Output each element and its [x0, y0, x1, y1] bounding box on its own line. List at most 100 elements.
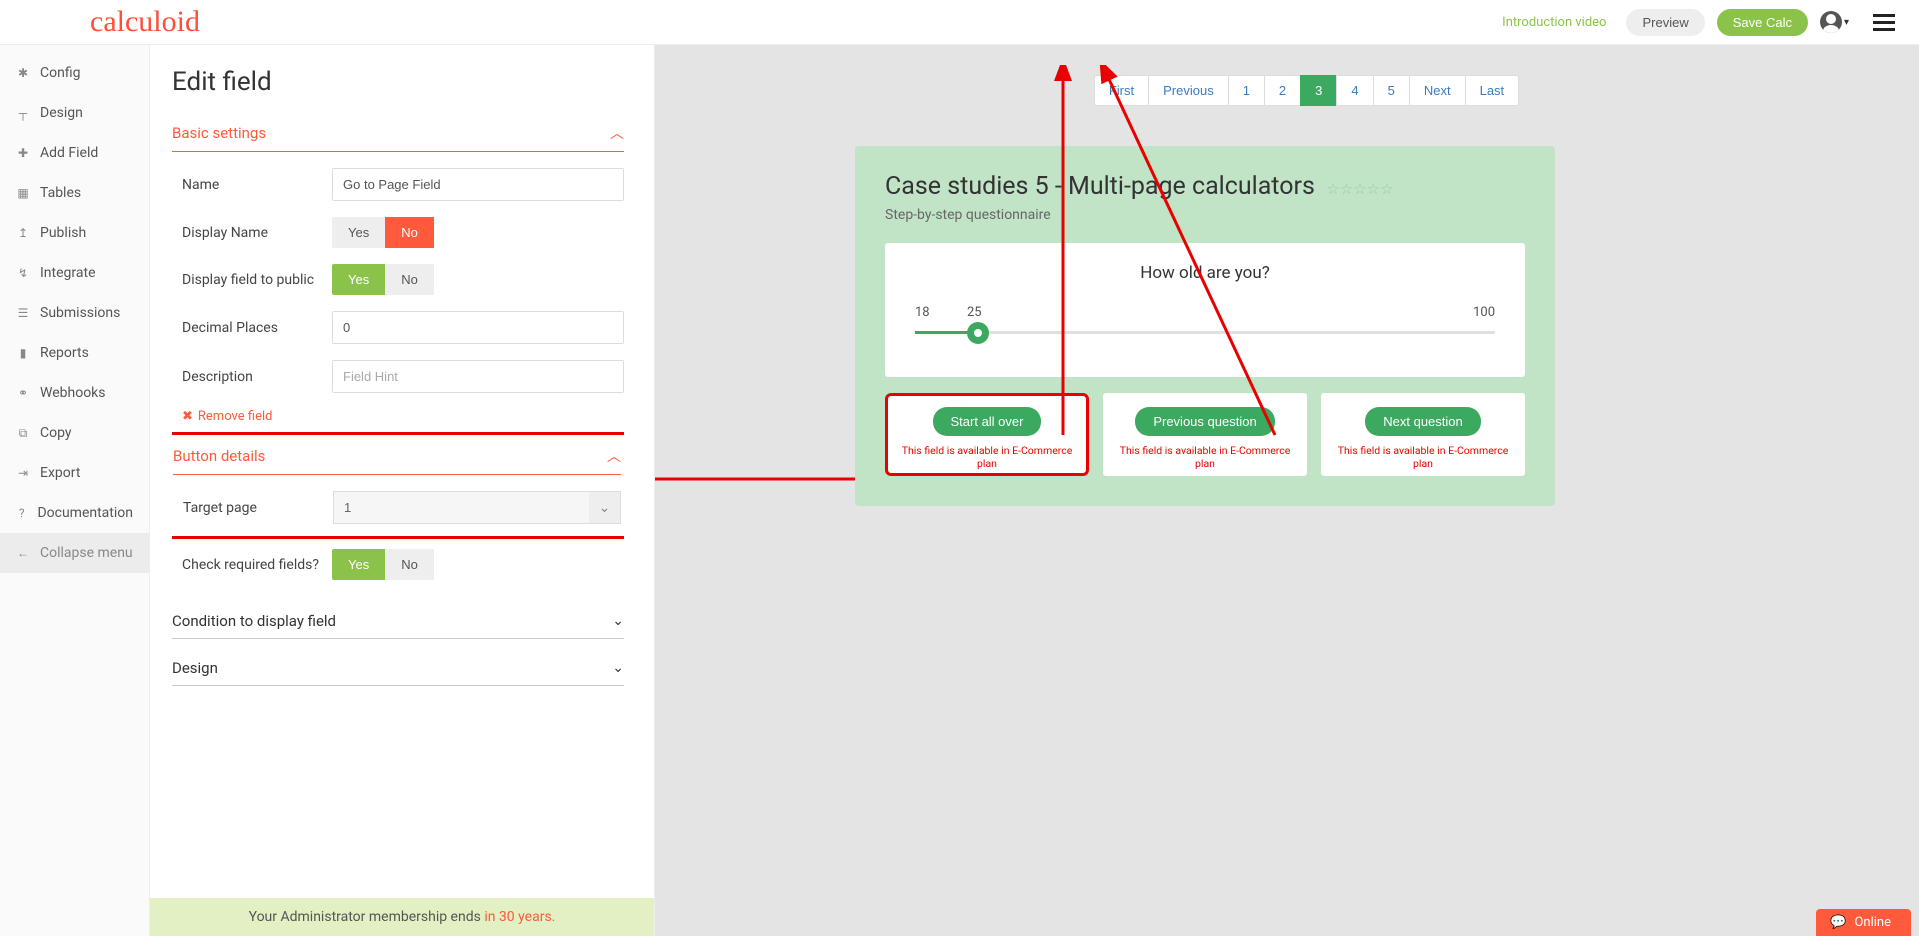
plan-note: This field is available in E-Commerce pl…	[1111, 444, 1299, 470]
publish-icon: ↥	[16, 226, 30, 240]
page-1-button[interactable]: 1	[1228, 75, 1265, 106]
sidebar-item-integrate[interactable]: ↯ Integrate	[0, 253, 149, 293]
caret-down-icon: ▾	[1844, 17, 1849, 28]
target-page-label: Target page	[183, 500, 333, 516]
display-public-yes-button[interactable]: Yes	[332, 264, 385, 295]
sidebar-item-label: Webhooks	[40, 385, 106, 401]
preview-area: First Previous 1 2 3 4 5 Next Last Case …	[655, 45, 1919, 936]
sidebar-item-export[interactable]: ⇥ Export	[0, 453, 149, 493]
description-label: Description	[182, 369, 332, 385]
display-name-no-button[interactable]: No	[385, 217, 434, 248]
annotation-arrow-1	[655, 449, 865, 499]
prev-question-cell: Previous question This field is availabl…	[1103, 393, 1307, 476]
online-label: Online	[1854, 915, 1891, 930]
plus-icon: ✚	[16, 146, 30, 160]
prev-question-button[interactable]: Previous question	[1135, 407, 1274, 436]
sidebar-item-label: Design	[40, 105, 83, 121]
section-design-field[interactable]: Design ⌄	[172, 651, 624, 686]
membership-footer: Your Administrator membership ends in 30…	[150, 898, 654, 936]
avatar-icon	[1820, 11, 1842, 33]
page-next-button[interactable]: Next	[1409, 75, 1466, 106]
sidebar-item-label: Submissions	[40, 305, 120, 321]
page-5-button[interactable]: 5	[1373, 75, 1410, 106]
display-public-no-button[interactable]: No	[385, 264, 434, 295]
close-icon: ✖	[182, 409, 193, 424]
sidebar-item-tables[interactable]: ▦Tables	[0, 173, 149, 213]
name-label: Name	[182, 177, 332, 193]
remove-field-link[interactable]: ✖ Remove field	[182, 409, 624, 424]
section-title: Design	[172, 659, 218, 677]
decimal-input[interactable]	[332, 311, 624, 344]
check-required-yes-button[interactable]: Yes	[332, 549, 385, 580]
page-3-button[interactable]: 3	[1300, 75, 1337, 106]
page-4-button[interactable]: 4	[1336, 75, 1373, 106]
slider-value: 25	[967, 305, 982, 320]
sidebar-item-design[interactable]: ┬Design	[0, 93, 149, 133]
question-card: How old are you? 18 25 100	[885, 243, 1525, 377]
question-text: How old are you?	[915, 263, 1495, 283]
button-details-highlight: Button details ︿ Target page 1 ⌄	[172, 432, 624, 539]
sidebar-item-label: Integrate	[40, 265, 96, 281]
submissions-icon: ☰	[16, 306, 30, 320]
section-button-details[interactable]: Button details ︿	[173, 438, 621, 475]
sidebar-item-label: Tables	[40, 185, 81, 201]
calc-title: Case studies 5 - Multi-page calculators	[885, 172, 1315, 201]
calculator-card: Case studies 5 - Multi-page calculators …	[855, 146, 1555, 506]
start-over-button[interactable]: Start all over	[933, 407, 1042, 436]
online-chat-widget[interactable]: 💬 Online	[1816, 909, 1911, 936]
app-header: calculoid Introduction video Preview Sav…	[0, 0, 1919, 45]
section-condition[interactable]: Condition to display field ⌄	[172, 604, 624, 639]
sidebar-item-label: Reports	[40, 345, 89, 361]
description-input[interactable]	[332, 360, 624, 393]
next-question-button[interactable]: Next question	[1365, 407, 1481, 436]
copy-icon: ⧉	[16, 426, 30, 440]
check-required-no-button[interactable]: No	[385, 549, 434, 580]
sidebar-item-webhooks[interactable]: ⚭Webhooks	[0, 373, 149, 413]
collapse-icon: ←	[16, 546, 30, 560]
sidebar-item-reports[interactable]: ▮Reports	[0, 333, 149, 373]
slider-thumb[interactable]	[967, 322, 989, 344]
sidebar-item-documentation[interactable]: ? Documentation	[0, 493, 149, 533]
page-2-button[interactable]: 2	[1264, 75, 1301, 106]
preview-button[interactable]: Preview	[1626, 9, 1704, 36]
sidebar-item-publish[interactable]: ↥Publish	[0, 213, 149, 253]
sidebar-item-label: Documentation	[37, 505, 133, 521]
logo[interactable]: calculoid	[90, 5, 200, 39]
page-previous-button[interactable]: Previous	[1148, 75, 1229, 106]
section-basic-settings[interactable]: Basic settings ︿	[172, 115, 624, 152]
user-menu[interactable]: ▾	[1820, 11, 1849, 33]
age-slider[interactable]: 18 25 100	[915, 305, 1495, 341]
display-name-yes-button[interactable]: Yes	[332, 217, 385, 248]
integrate-icon: ↯	[16, 266, 30, 280]
export-icon: ⇥	[16, 466, 30, 480]
display-public-label: Display field to public	[182, 272, 332, 288]
rating-stars[interactable]: ☆☆☆☆☆	[1326, 180, 1393, 198]
section-title: Basic settings	[172, 124, 266, 142]
remove-field-label: Remove field	[198, 409, 273, 424]
save-calc-button[interactable]: Save Calc	[1717, 9, 1808, 36]
sidebar-item-label: Add Field	[40, 145, 98, 161]
docs-icon: ?	[16, 506, 27, 520]
hamburger-menu-icon[interactable]	[1873, 14, 1895, 31]
panel-title: Edit field	[172, 67, 624, 97]
sidebar-item-add-field[interactable]: ✚ Add Field	[0, 133, 149, 173]
sidebar-item-label: Copy	[40, 425, 72, 441]
gear-icon: ✱	[16, 66, 30, 80]
section-title: Condition to display field	[172, 612, 336, 630]
target-page-select[interactable]: 1	[333, 491, 621, 524]
sidebar-item-submissions[interactable]: ☰ Submissions	[0, 293, 149, 333]
plan-note: This field is available in E-Commerce pl…	[893, 444, 1081, 470]
section-title: Button details	[173, 447, 265, 465]
name-input[interactable]	[332, 168, 624, 201]
sidebar-item-label: Collapse menu	[40, 545, 133, 561]
sidebar-item-copy[interactable]: ⧉ Copy	[0, 413, 149, 453]
check-required-label: Check required fields?	[182, 557, 332, 573]
intro-video-link[interactable]: Introduction video	[1502, 15, 1606, 30]
sidebar-item-label: Export	[40, 465, 80, 481]
page-first-button[interactable]: First	[1094, 75, 1149, 106]
display-name-label: Display Name	[182, 225, 332, 241]
next-question-cell: Next question This field is available in…	[1321, 393, 1525, 476]
page-last-button[interactable]: Last	[1465, 75, 1520, 106]
sidebar-item-collapse[interactable]: ← Collapse menu	[0, 533, 149, 573]
sidebar-item-config[interactable]: ✱Config	[0, 53, 149, 93]
